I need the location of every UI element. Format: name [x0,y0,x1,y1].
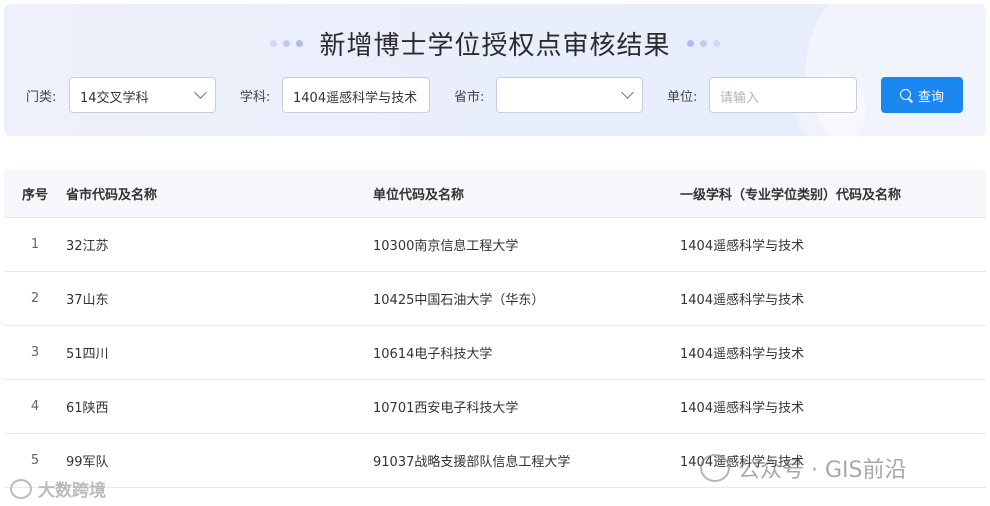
watermark-right-text: 公众号 · GIS前沿 [738,458,907,483]
cell-index: 3 [30,345,40,360]
table-row: 1 32江苏 10300南京信息工程大学 1404遥感科学与技术 [4,218,986,272]
table-row: 2 37山东 10425中国石油大学（华东） 1404遥感科学与技术 [4,272,986,326]
col-header-subject: 一级学科（专业学位类别）代码及名称 [680,188,902,203]
cell-unit: 10614电子科技大学 [373,347,493,362]
col-header-province: 省市代码及名称 [66,188,158,203]
cell-unit: 10300南京信息工程大学 [373,239,519,254]
category-value: 14交叉学科 [80,91,149,106]
cell-subject: 1404遥感科学与技术 [680,401,805,416]
cell-province: 51四川 [66,347,109,362]
results-table: 序号 省市代码及名称 单位代码及名称 一级学科（专业学位类别）代码及名称 1 3… [4,170,986,488]
table-row: 4 61陕西 10701西安电子科技大学 1404遥感科学与技术 [4,380,986,434]
col-header-index: 序号 [21,188,48,203]
watermark-left-text: 大数跨境 [38,481,106,501]
chevron-down-icon [621,86,634,99]
cell-index: 4 [30,399,40,414]
unit-label: 单位: [667,90,698,105]
unit-placeholder: 请输入 [720,91,760,106]
cell-index: 2 [30,291,40,306]
cell-subject: 1404遥感科学与技术 [680,239,805,254]
cell-province: 37山东 [66,293,109,308]
table-row: 3 51四川 10614电子科技大学 1404遥感科学与技术 [4,326,986,380]
header-banner: 新增博士学位授权点审核结果 门类: 14交叉学科 学科: 1404遥感科学与技术… [4,4,986,136]
wechat-logo-icon [700,454,730,482]
subject-select[interactable]: 1404遥感科学与技术 [282,77,430,113]
province-label: 省市: [454,90,485,105]
category-label: 门类: [26,90,57,105]
cell-unit: 91037战略支援部队信息工程大学 [373,455,571,470]
title-dots-left [270,39,304,47]
unit-input[interactable]: 请输入 [709,77,857,113]
watermark-right: 公众号 · GIS前沿 [700,452,906,484]
cell-index: 5 [30,453,40,468]
cell-province: 61陕西 [66,401,109,416]
cell-province: 99军队 [66,455,109,470]
page-title: 新增博士学位授权点审核结果 [319,30,671,61]
category-select[interactable]: 14交叉学科 [69,77,216,113]
table-header: 序号 省市代码及名称 单位代码及名称 一级学科（专业学位类别）代码及名称 [4,170,986,218]
cell-unit: 10425中国石油大学（华东） [373,293,545,308]
search-button-label: 查询 [917,89,944,105]
cell-province: 32江苏 [66,239,109,254]
watermark-logo-icon [10,478,32,499]
search-button[interactable]: 查询 [881,77,963,113]
cell-index: 1 [30,237,40,252]
subject-label: 学科: [240,90,271,105]
cell-subject: 1404遥感科学与技术 [680,293,805,308]
cell-unit: 10701西安电子科技大学 [373,401,519,416]
chevron-down-icon [194,86,207,99]
col-header-unit: 单位代码及名称 [373,188,465,203]
watermark-left: 大数跨境 [10,476,106,501]
cell-subject: 1404遥感科学与技术 [680,347,805,362]
title-row: 新增博士学位授权点审核结果 [4,24,986,62]
subject-value: 1404遥感科学与技术 [293,91,418,106]
filter-bar: 门类: 14交叉学科 学科: 1404遥感科学与技术 省市: 单位: 请输入 查… [4,77,986,113]
title-dots-right [686,39,720,47]
province-select[interactable] [496,77,643,113]
search-icon [899,88,913,102]
